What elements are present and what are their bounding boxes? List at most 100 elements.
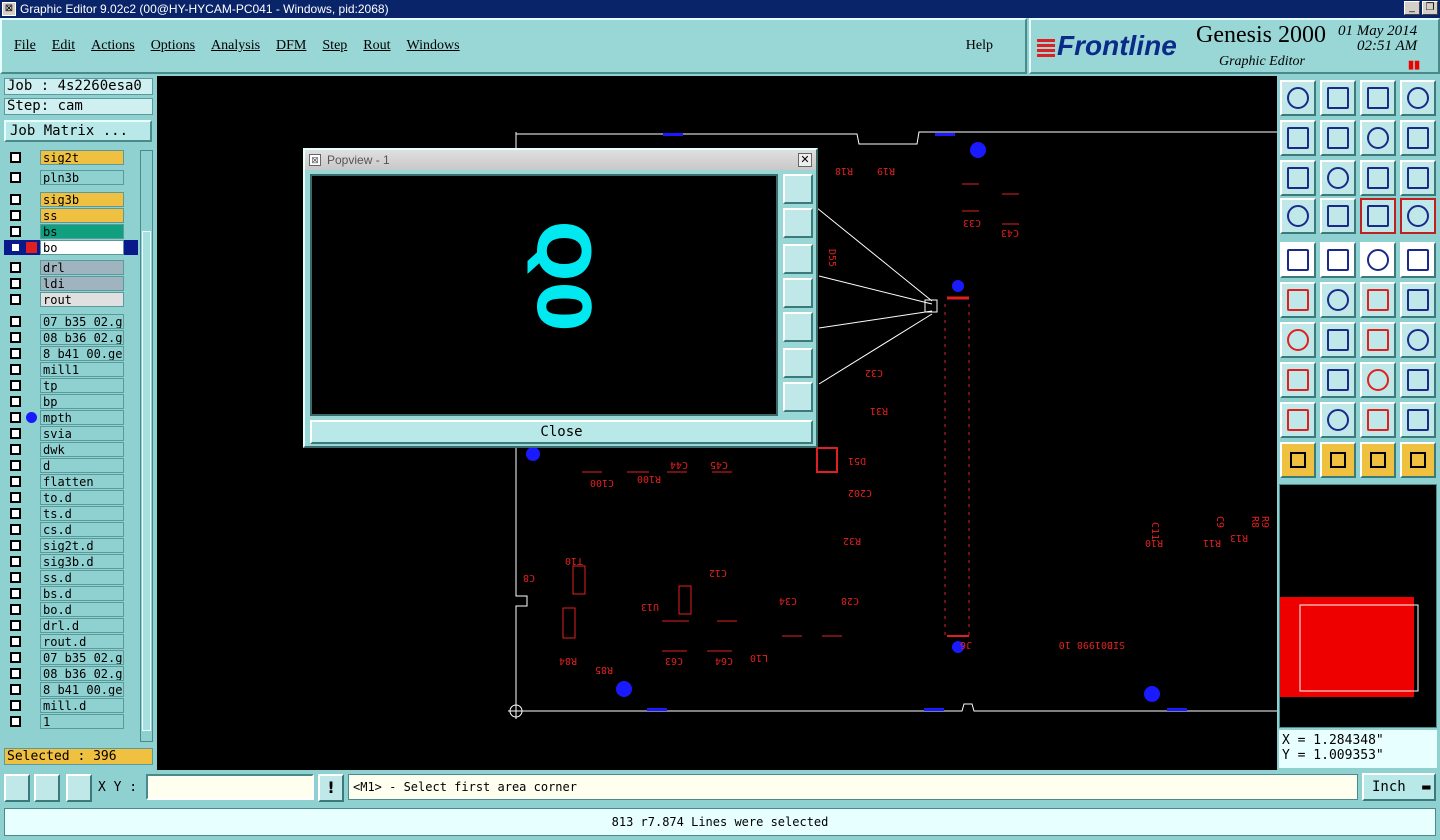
layer-row[interactable]: sig2t.d (4, 538, 138, 553)
window-layout-button[interactable] (1400, 80, 1436, 116)
pointer-box-tool-button[interactable] (1320, 442, 1356, 478)
snap-settings-button[interactable] (1360, 198, 1396, 234)
layer-name[interactable]: cs.d (40, 522, 124, 537)
layer-checkbox[interactable] (10, 492, 21, 503)
pointer-tool-button[interactable] (1280, 442, 1316, 478)
pointer-active-tool-button[interactable] (1360, 442, 1396, 478)
layer-checkbox[interactable] (10, 460, 21, 471)
restore-icon[interactable]: ❐ (1422, 1, 1438, 15)
layer-scrollbar-thumb[interactable] (142, 231, 151, 731)
layer-name[interactable]: bs (40, 224, 124, 239)
menu-edit[interactable]: Edit (52, 38, 75, 54)
select-tool-button[interactable] (1280, 242, 1316, 278)
layer-checkbox[interactable] (10, 316, 21, 327)
slant-tool-button[interactable] (1320, 322, 1356, 358)
layer-checkbox[interactable] (10, 444, 21, 455)
popview-pan-up-button[interactable] (783, 208, 813, 238)
layer-row[interactable]: 8_b41_00.ger (4, 682, 138, 697)
layer-name[interactable]: ts.d (40, 506, 124, 521)
app-icon[interactable]: ⊠ (2, 2, 16, 16)
layer-row[interactable]: mill1 (4, 362, 138, 377)
layer-name[interactable]: to.d (40, 490, 124, 505)
layer-row[interactable]: 07_b35_02.ge (4, 314, 138, 329)
layer-row[interactable]: bo (4, 240, 138, 255)
layer-checkbox[interactable] (10, 508, 21, 519)
grid-button[interactable] (1320, 198, 1356, 234)
layer-name[interactable]: 07_b35_02.ge (40, 314, 124, 329)
overview-map[interactable] (1279, 484, 1437, 728)
popview-pan-right-button[interactable] (783, 312, 813, 342)
popview-window-icon[interactable]: ⊠ (309, 154, 321, 166)
job-matrix-button[interactable]: Job Matrix ... (4, 120, 152, 142)
layer-row[interactable]: pln3b (4, 170, 138, 185)
ruler-tool-button[interactable] (1360, 242, 1396, 278)
layer-row[interactable]: mill.d (4, 698, 138, 713)
menu-file[interactable]: File (14, 38, 36, 54)
pattern-tool-button[interactable] (1400, 362, 1436, 398)
layer-name[interactable]: svia (40, 426, 124, 441)
layer-checkbox[interactable] (10, 540, 21, 551)
layer-name[interactable]: dwk (40, 442, 124, 457)
layer-name[interactable]: 1 (40, 714, 124, 729)
home-button[interactable] (1360, 80, 1396, 116)
help-button[interactable] (1400, 160, 1436, 196)
popview-close-button[interactable]: Close (310, 420, 813, 444)
layer-checkbox[interactable] (10, 396, 21, 407)
layer-checkbox[interactable] (10, 684, 21, 695)
layer-name[interactable]: bo.d (40, 602, 124, 617)
layer-checkbox[interactable] (10, 524, 21, 535)
layer-row[interactable]: ss.d (4, 570, 138, 585)
layer-name[interactable]: 08_b36_02.ge (40, 666, 124, 681)
break-tool-button[interactable] (1280, 362, 1316, 398)
layer-checkbox[interactable] (10, 348, 21, 359)
move-tool-button[interactable] (1360, 282, 1396, 318)
layer-name[interactable]: sig2t.d (40, 538, 124, 553)
layer-checkbox[interactable] (10, 278, 21, 289)
menu-dfm[interactable]: DFM (276, 38, 306, 54)
layer-row[interactable]: bs.d (4, 586, 138, 601)
layer-checkbox[interactable] (10, 652, 21, 663)
layer-row[interactable]: bo.d (4, 602, 138, 617)
layer-row[interactable]: mpth (4, 410, 138, 425)
layer-checkbox[interactable] (10, 636, 21, 647)
menu-analysis[interactable]: Analysis (211, 38, 260, 54)
layer-checkbox[interactable] (10, 476, 21, 487)
layer-row[interactable]: to.d (4, 490, 138, 505)
layer-checkbox[interactable] (10, 172, 21, 183)
layer-checkbox[interactable] (10, 364, 21, 375)
layer-checkbox[interactable] (10, 194, 21, 205)
layer-row[interactable]: rout (4, 292, 138, 307)
layer-row[interactable]: ldi (4, 276, 138, 291)
popview-pan-down-button[interactable] (783, 244, 813, 274)
xy-input[interactable] (146, 774, 314, 800)
layer-name[interactable]: mill1 (40, 362, 124, 377)
layer-row[interactable]: bs (4, 224, 138, 239)
layer-name[interactable]: sig3b.d (40, 554, 124, 569)
menu-rout[interactable]: Rout (363, 38, 390, 54)
rotate-tool-button[interactable] (1360, 322, 1396, 358)
layer-checkbox[interactable] (10, 242, 21, 253)
layer-checkbox[interactable] (10, 700, 21, 711)
snap-mode-icon[interactable] (4, 774, 30, 802)
unit-dropdown[interactable]: Inch ▬ (1362, 773, 1436, 801)
layer-name[interactable]: 08_b36_02.ge (40, 330, 124, 345)
layer-row[interactable]: 08_b36_02.ge (4, 330, 138, 345)
pause-icon[interactable]: ▮▮ (1408, 58, 1420, 71)
zoom-back-button[interactable] (1280, 120, 1316, 156)
layer-row[interactable]: ss (4, 208, 138, 223)
layer-checkbox[interactable] (10, 668, 21, 679)
layer-checkbox[interactable] (10, 380, 21, 391)
popview-zoom-in-button[interactable] (783, 348, 813, 378)
layer-name[interactable]: bp (40, 394, 124, 409)
pad-tool-button[interactable] (1400, 242, 1436, 278)
menu-options[interactable]: Options (151, 38, 195, 54)
minimize-icon[interactable]: _ (1404, 1, 1420, 15)
layer-row[interactable]: 8_b41_00.ger (4, 346, 138, 361)
cross-tool-button[interactable] (1320, 282, 1356, 318)
layer-name[interactable]: mpth (40, 410, 124, 425)
layer-row[interactable]: sig3b.d (4, 554, 138, 569)
layer-row[interactable]: svia (4, 426, 138, 441)
layer-checkbox[interactable] (10, 226, 21, 237)
layer-checkbox[interactable] (10, 572, 21, 583)
popview-titlebar[interactable]: ⊠ Popview - 1 ✕ (305, 150, 816, 170)
